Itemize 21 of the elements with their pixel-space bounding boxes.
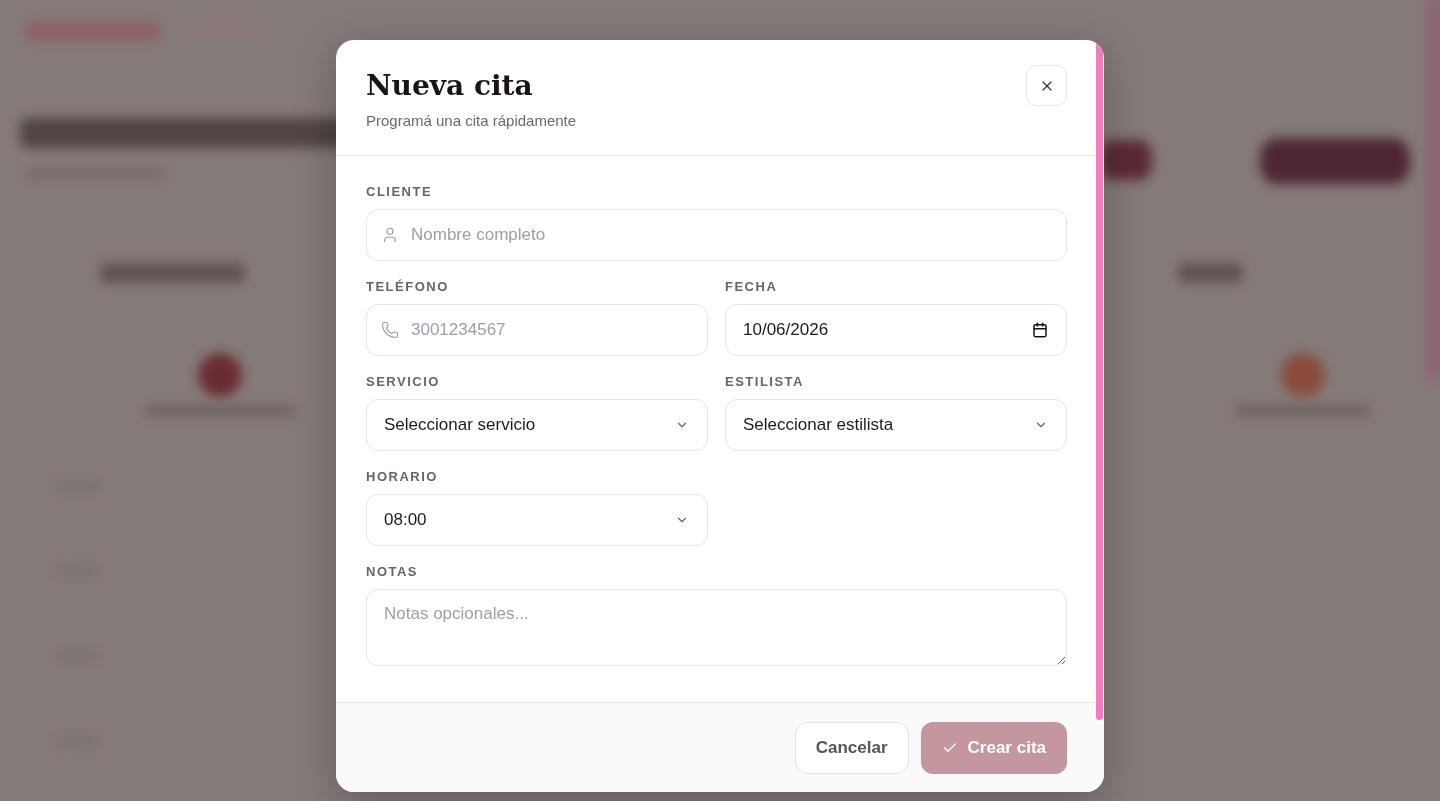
field-label: CLIENTE	[366, 184, 434, 199]
select-field[interactable]: 08:00	[366, 494, 708, 546]
field-label: TELÉFONO	[366, 279, 450, 294]
select-field[interactable]: Seleccionar estilista	[725, 399, 1067, 451]
calendar-icon[interactable]	[1032, 322, 1048, 338]
close-button[interactable]	[1026, 65, 1067, 106]
field-label: FECHA	[725, 279, 779, 294]
text-field[interactable]: Nombre completo	[366, 209, 1067, 261]
select-field[interactable]: Seleccionar servicio	[366, 399, 708, 451]
field-label: SERVICIO	[366, 374, 441, 389]
dialog-subtitle: Programá una cita rápidamente	[366, 112, 577, 129]
field-label: ESTILISTA	[725, 374, 805, 389]
phone-icon	[381, 321, 399, 339]
text-field[interactable]: 3001234567	[366, 304, 708, 356]
notes-field[interactable]: Notas opcionales...	[366, 589, 1067, 666]
cancel-button[interactable]: Cancelar	[794, 722, 909, 774]
field-label: HORARIO	[366, 469, 439, 484]
field-label: NOTAS	[366, 564, 420, 579]
person-icon	[381, 226, 399, 244]
date-field[interactable]: 10/06/2026	[725, 304, 1067, 356]
dialog-title: Nueva cita	[366, 68, 534, 104]
